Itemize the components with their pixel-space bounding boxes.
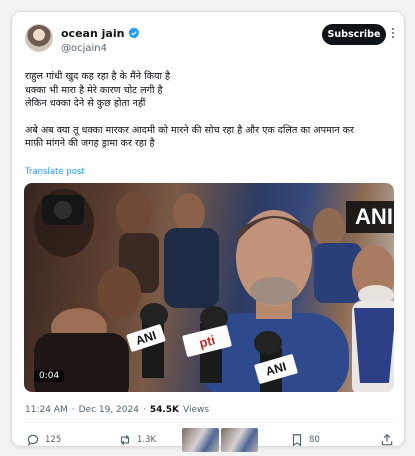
- thumbnail-image: [221, 428, 258, 452]
- repost-count: 1.3K: [137, 435, 157, 445]
- ani-watermark: ANI: [346, 201, 394, 233]
- tweet-text: राहुल गांधी खुद कह रहा है के मैंने किया …: [25, 70, 397, 151]
- views-label: Views: [183, 405, 210, 415]
- video-duration: 0:04: [34, 370, 65, 382]
- reply-count: 125: [45, 435, 62, 445]
- views-count: 54.5K: [149, 405, 180, 415]
- tweet-time[interactable]: 11:24 AM: [25, 405, 68, 415]
- tweet-meta: 11:24 AM · Dec 19, 2024 · 54.5K Views: [25, 405, 209, 415]
- author-name[interactable]: ocean jain: [61, 27, 124, 40]
- subscribe-button[interactable]: Subscribe: [322, 24, 386, 45]
- more-options-icon[interactable]: [388, 27, 398, 41]
- tweet-text-line: अबे अब क्या तू धक्का मारकर आदमी को मारने…: [25, 124, 354, 136]
- tweet-text-line: लेकिन धक्का देने से कुछ होता नहीं: [25, 98, 146, 110]
- share-icon: [381, 433, 393, 446]
- author-identity: ocean jain @ocjain4: [61, 26, 140, 54]
- tweet-date[interactable]: Dec 19, 2024: [79, 405, 139, 415]
- share-button[interactable]: [380, 433, 394, 447]
- meta-separator: ·: [142, 405, 146, 415]
- tweet-card: ocean jain @ocjain4 Subscribe राहुल गांध…: [11, 11, 405, 452]
- divider: [24, 422, 394, 423]
- tweet-text-line: राहुल गांधी खुद कह रहा है के मैंने किया …: [25, 71, 171, 82]
- repost-button[interactable]: 1.3K: [118, 433, 156, 447]
- bookmark-button[interactable]: 80: [290, 433, 320, 447]
- action-bar: 125 1.3K 80: [26, 428, 393, 452]
- reply-button[interactable]: 125: [26, 433, 61, 447]
- bookmark-icon: [292, 434, 302, 447]
- video-frame: [34, 189, 394, 392]
- media-thumbnails: [182, 428, 258, 452]
- verified-badge-icon: [129, 27, 140, 39]
- tweet-text-line: माफ़ी मांगने की जगह ड्रामा कर रहा है: [25, 138, 155, 150]
- meta-separator: ·: [71, 405, 75, 415]
- bookmark-count: 80: [309, 435, 320, 445]
- translate-post-link[interactable]: Translate post: [25, 167, 85, 177]
- video-player[interactable]: ANI ANI pti ANI 0:04: [24, 183, 394, 392]
- tweet-header: ocean jain @ocjain4 Subscribe: [25, 24, 394, 58]
- repost-icon: [120, 434, 130, 446]
- tweet-text-line: धक्का भी मारा है मेरे कारण चोट लगी है: [25, 84, 163, 96]
- author-handle[interactable]: @ocjain4: [61, 43, 140, 54]
- reply-icon: [27, 434, 39, 446]
- thumbnail-image: [182, 428, 219, 452]
- avatar[interactable]: [25, 24, 53, 52]
